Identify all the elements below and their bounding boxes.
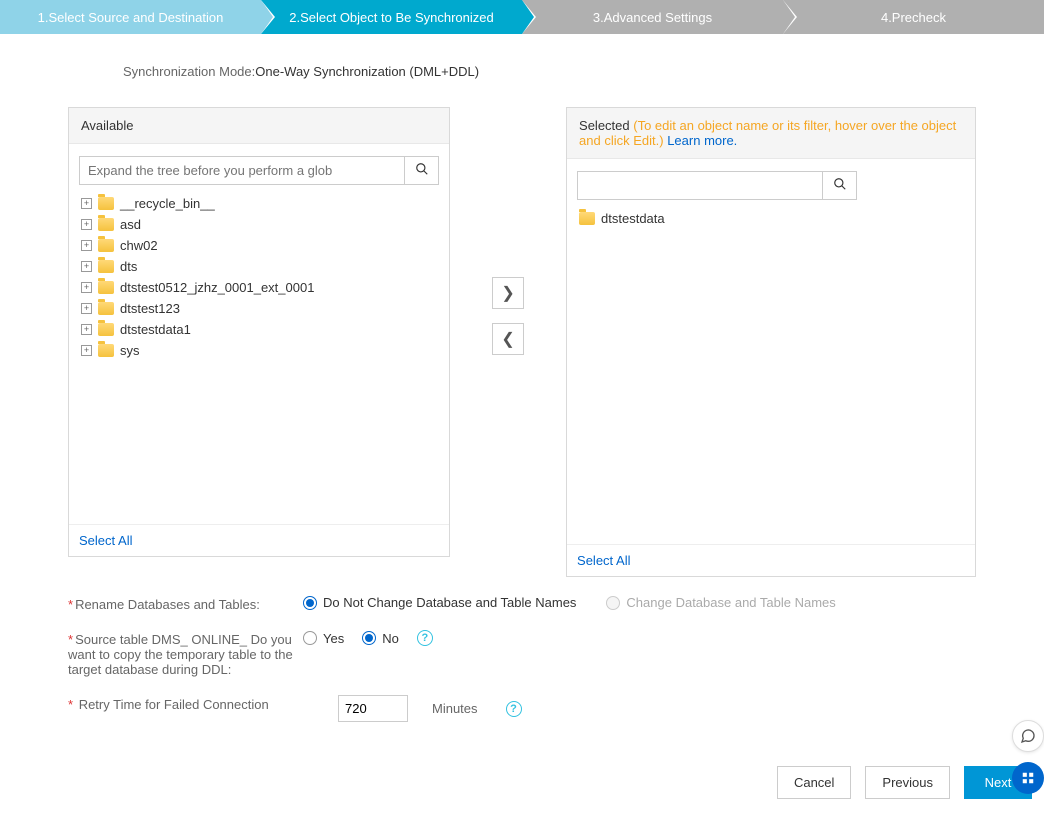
available-tree: + __recycle_bin__ + asd + chw02 + dts + dtste…	[79, 193, 439, 361]
transfer-buttons: ❯ ❮	[492, 107, 524, 355]
folder-icon	[98, 281, 114, 294]
chat-icon[interactable]	[1012, 720, 1044, 752]
expand-icon[interactable]: +	[81, 219, 92, 230]
tree-label: dtstest123	[120, 301, 180, 316]
dms-label: *Source table DMS_ ONLINE_ Do you want t…	[68, 630, 303, 677]
sync-mode-label: Synchronization Mode:	[123, 64, 255, 79]
tree-label: dtstest0512_jzhz_0001_ext_0001	[120, 280, 314, 295]
selected-hint: (To edit an object name or its filter, h…	[579, 118, 956, 148]
search-icon	[415, 162, 429, 179]
retry-unit: Minutes	[432, 701, 478, 716]
tree-label: chw02	[120, 238, 158, 253]
radio-icon	[303, 596, 317, 610]
radio-label: Do Not Change Database and Table Names	[323, 595, 576, 610]
radio-icon	[606, 596, 620, 610]
tree-label: dts	[120, 259, 137, 274]
selected-tree: dtstestdata	[577, 208, 965, 229]
folder-icon	[98, 323, 114, 336]
move-right-button[interactable]: ❯	[492, 277, 524, 309]
expand-icon[interactable]: +	[81, 303, 92, 314]
step-label: 4.Precheck	[881, 10, 946, 25]
step-label: 1.Select Source and Destination	[38, 10, 224, 25]
expand-icon[interactable]: +	[81, 324, 92, 335]
step-select-object[interactable]: 2.Select Object to Be Synchronized	[261, 0, 522, 34]
rename-option-nochange[interactable]: Do Not Change Database and Table Names	[303, 595, 576, 610]
dms-option-no[interactable]: No	[362, 631, 399, 646]
search-icon	[833, 177, 847, 194]
help-icon[interactable]: ?	[417, 630, 433, 646]
selected-header: Selected (To edit an object name or its …	[567, 108, 975, 159]
available-search-input[interactable]	[80, 157, 404, 184]
rename-option-change[interactable]: Change Database and Table Names	[606, 595, 835, 610]
tree-label: dtstestdata1	[120, 322, 191, 337]
folder-icon	[579, 212, 595, 225]
tree-label: dtstestdata	[601, 211, 665, 226]
tree-label: sys	[120, 343, 140, 358]
tree-item[interactable]: dtstestdata	[577, 208, 965, 229]
step-precheck[interactable]: 4.Precheck	[783, 0, 1044, 34]
available-select-all-link[interactable]: Select All	[79, 533, 132, 548]
retry-input[interactable]	[338, 695, 408, 722]
radio-label: Yes	[323, 631, 344, 646]
learn-more-link[interactable]: Learn more.	[667, 133, 737, 148]
expand-icon[interactable]: +	[81, 345, 92, 356]
tree-item[interactable]: + asd	[79, 214, 439, 235]
dms-option-yes[interactable]: Yes	[303, 631, 344, 646]
folder-icon	[98, 302, 114, 315]
selected-search-input[interactable]	[578, 172, 822, 199]
expand-icon[interactable]: +	[81, 240, 92, 251]
tree-label: asd	[120, 217, 141, 232]
apps-icon[interactable]	[1012, 762, 1044, 794]
chevron-left-icon: ❮	[501, 329, 514, 349]
chevron-right-icon: ❯	[501, 283, 514, 303]
step-label: 2.Select Object to Be Synchronized	[289, 10, 494, 25]
retry-label: * Retry Time for Failed Connection	[68, 695, 303, 712]
tree-item[interactable]: + dtstestdata1	[79, 319, 439, 340]
tree-item[interactable]: + __recycle_bin__	[79, 193, 439, 214]
radio-label: No	[382, 631, 399, 646]
help-icon[interactable]: ?	[506, 701, 522, 717]
footer-buttons: Cancel Previous Next	[0, 760, 1044, 819]
move-left-button[interactable]: ❮	[492, 323, 524, 355]
available-header: Available	[69, 108, 449, 144]
folder-icon	[98, 260, 114, 273]
tree-label: __recycle_bin__	[120, 196, 215, 211]
expand-icon[interactable]: +	[81, 261, 92, 272]
available-title: Available	[81, 118, 134, 133]
folder-icon	[98, 344, 114, 357]
selected-select-all-link[interactable]: Select All	[577, 553, 630, 568]
radio-label: Change Database and Table Names	[626, 595, 835, 610]
available-panel: Available + __recycle_bin__ + asd + chw02 +…	[68, 107, 450, 557]
selected-search-button[interactable]	[822, 172, 856, 199]
step-advanced-settings[interactable]: 3.Advanced Settings	[522, 0, 783, 34]
rename-label: *Rename Databases and Tables:	[68, 595, 303, 612]
previous-button[interactable]: Previous	[865, 766, 950, 799]
wizard-steps: 1.Select Source and Destination 2.Select…	[0, 0, 1044, 34]
folder-icon	[98, 197, 114, 210]
cancel-button[interactable]: Cancel	[777, 766, 851, 799]
step-label: 3.Advanced Settings	[593, 10, 712, 25]
expand-icon[interactable]: +	[81, 198, 92, 209]
tree-item[interactable]: + sys	[79, 340, 439, 361]
folder-icon	[98, 239, 114, 252]
sync-mode-row: Synchronization Mode:One-Way Synchroniza…	[123, 64, 1026, 79]
radio-icon	[362, 631, 376, 645]
selected-panel: Selected (To edit an object name or its …	[566, 107, 976, 577]
expand-icon[interactable]: +	[81, 282, 92, 293]
tree-item[interactable]: + dts	[79, 256, 439, 277]
available-search	[79, 156, 439, 185]
selected-search	[577, 171, 857, 200]
tree-item[interactable]: + chw02	[79, 235, 439, 256]
step-source-destination[interactable]: 1.Select Source and Destination	[0, 0, 261, 34]
sync-mode-value: One-Way Synchronization (DML+DDL)	[255, 64, 479, 79]
tree-item[interactable]: + dtstest0512_jzhz_0001_ext_0001	[79, 277, 439, 298]
tree-item[interactable]: + dtstest123	[79, 298, 439, 319]
available-search-button[interactable]	[404, 157, 438, 184]
selected-title: Selected	[579, 118, 630, 133]
radio-icon	[303, 631, 317, 645]
folder-icon	[98, 218, 114, 231]
